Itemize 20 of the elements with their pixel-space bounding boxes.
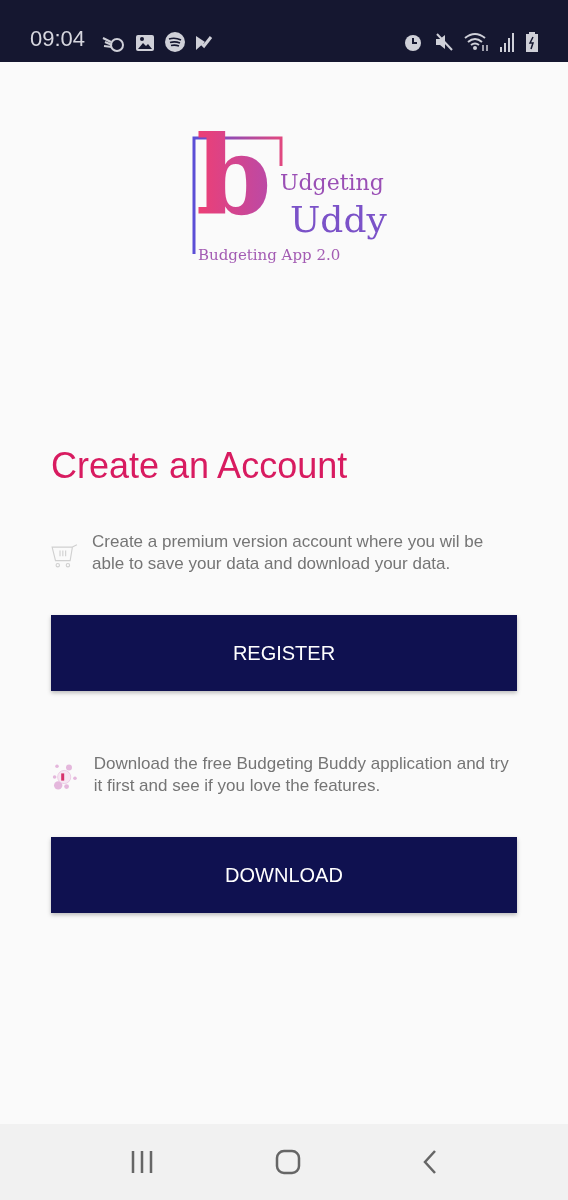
logo-text: Udgeting [280, 172, 384, 194]
alarm-icon [402, 32, 424, 52]
action-button[interactable]: REGISTER [51, 615, 517, 692]
mute-icon [434, 32, 454, 52]
back-icon[interactable] [421, 1149, 438, 1175]
description-text: Create a premium version account where you wil be able to save your data and download your data. [92, 531, 485, 576]
signal-icon [500, 32, 516, 52]
recent-apps-icon[interactable] [130, 1151, 155, 1173]
logo-tagline: Budgeting App 2.0 [198, 248, 341, 263]
home-icon[interactable] [275, 1149, 301, 1175]
logo-text: Uddy [290, 202, 387, 238]
action-button[interactable]: DOWNLOAD [51, 837, 517, 914]
description-text: Download the free Budgeting Buddy application and try it first and see if you love the features. [93, 753, 510, 798]
music-app-icon [165, 32, 186, 52]
battery-icon [526, 32, 538, 52]
clock-time: 09:04 [30, 26, 86, 52]
page-title: Create an Account [51, 444, 349, 488]
image-icon [135, 34, 156, 52]
checkmark-icon [195, 34, 214, 52]
wifi-icon [464, 32, 490, 52]
